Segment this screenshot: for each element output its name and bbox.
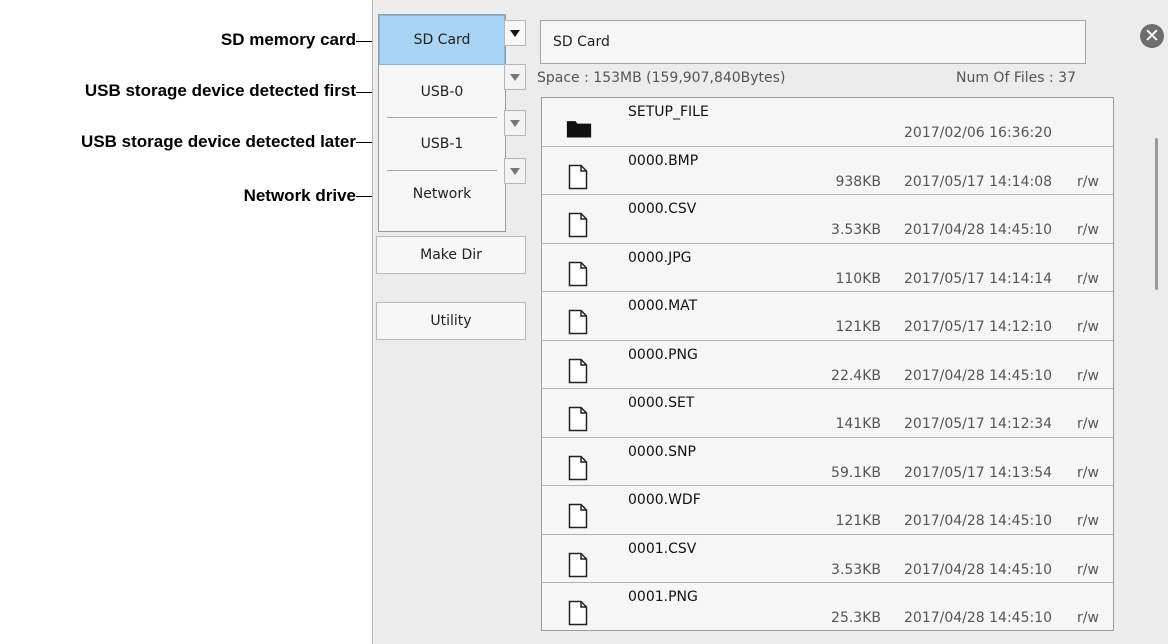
file-size: 3.53KB <box>831 561 881 578</box>
utility-button[interactable]: Utility <box>376 302 526 340</box>
file-size: 3.53KB <box>831 222 881 238</box>
file-name: 0000.SNP <box>628 443 696 460</box>
file-icon <box>568 503 588 529</box>
file-size: 59.1KB <box>831 464 881 481</box>
file-icon <box>568 406 588 432</box>
file-row[interactable]: 0001.PNG 25.3KB 2017/04/28 14:45:10 r/w <box>542 583 1113 630</box>
file-name: 0000.CSV <box>628 201 697 217</box>
file-icon <box>568 261 588 286</box>
close-glyph: ✕ <box>1144 24 1160 47</box>
chevron-down-icon <box>510 119 520 127</box>
file-name: 0000.SET <box>628 395 695 411</box>
file-row[interactable]: 0000.MAT 121KB 2017/05/17 14:12:10 r/w <box>542 292 1113 341</box>
file-attribute: r/w <box>1077 270 1099 287</box>
scrollbar-thumb[interactable] <box>1155 138 1158 290</box>
drive-sd-card[interactable]: SD Card <box>379 15 505 65</box>
file-attribute: r/w <box>1077 173 1099 190</box>
callout-network: Network drive <box>243 186 356 205</box>
file-icon <box>568 309 588 335</box>
file-name: SETUP_FILE <box>628 104 709 120</box>
file-date: 2017/04/28 14:45:10 <box>904 610 1053 626</box>
file-date: 2017/04/28 14:45:10 <box>904 367 1053 384</box>
file-name: 0000.PNG <box>628 346 698 363</box>
file-date: 2017/02/06 16:36:20 <box>904 125 1053 141</box>
file-name: 0000.MAT <box>628 298 698 314</box>
drive-label: USB-0 <box>420 84 464 100</box>
drive-dropdown-sd-card[interactable] <box>504 20 526 46</box>
file-row[interactable]: 0000.BMP 938KB 2017/05/17 14:14:08 r/w <box>542 147 1113 195</box>
file-date: 2017/04/28 14:45:10 <box>904 513 1053 529</box>
file-size: 110KB <box>835 270 881 287</box>
file-icon <box>568 164 588 189</box>
file-size: 121KB <box>835 513 881 529</box>
drive-dropdown-network[interactable] <box>504 158 526 184</box>
file-attribute: r/w <box>1077 222 1099 238</box>
file-row[interactable]: 0000.PNG 22.4KB 2017/04/28 14:45:10 r/w <box>542 341 1113 389</box>
file-size: 121KB <box>835 319 881 335</box>
file-size: 25.3KB <box>831 610 881 626</box>
file-row[interactable]: 0000.CSV 3.53KB 2017/04/28 14:45:10 r/w <box>542 195 1113 244</box>
file-attribute: r/w <box>1077 610 1099 626</box>
file-name: 0000.BMP <box>628 152 699 169</box>
file-row[interactable]: 0000.JPG 110KB 2017/05/17 14:14:14 r/w <box>542 244 1113 292</box>
file-attribute: r/w <box>1077 319 1099 335</box>
file-icon <box>568 600 588 626</box>
divider <box>387 117 497 118</box>
file-date: 2017/05/17 14:14:08 <box>904 173 1053 190</box>
folder-row[interactable]: SETUP_FILE 2017/02/06 16:36:20 <box>542 98 1113 147</box>
file-row[interactable]: 0000.SET 141KB 2017/05/17 14:12:34 r/w <box>542 389 1113 438</box>
drive-list: SD Card USB-0 USB-1 Network <box>378 14 506 232</box>
file-attribute: r/w <box>1077 416 1099 432</box>
file-date: 2017/04/28 14:45:10 <box>904 561 1053 578</box>
drive-label: USB-1 <box>420 136 464 152</box>
drive-usb-0[interactable]: USB-0 <box>379 67 505 117</box>
file-count: Num Of Files : 37 <box>956 70 1076 86</box>
file-name: 0000.JPG <box>628 249 692 266</box>
file-icon <box>568 212 588 238</box>
file-icon <box>568 358 588 383</box>
file-attribute: r/w <box>1077 367 1099 384</box>
folder-icon <box>566 121 592 138</box>
current-path: SD Card <box>540 20 1086 64</box>
drive-usb-1[interactable]: USB-1 <box>379 119 505 169</box>
file-name: 0000.WDF <box>628 492 701 508</box>
chevron-down-icon <box>510 29 520 37</box>
file-name: 0001.PNG <box>628 589 698 605</box>
file-date: 2017/04/28 14:45:10 <box>904 222 1053 238</box>
file-size: 938KB <box>835 173 881 190</box>
callout-usb-1: USB storage device detected later <box>81 132 356 151</box>
file-row[interactable]: 0001.CSV 3.53KB 2017/04/28 14:45:10 r/w <box>542 535 1113 583</box>
file-date: 2017/05/17 14:14:14 <box>904 270 1053 287</box>
drive-label: SD Card <box>413 32 471 48</box>
callout-sd-card: SD memory card <box>220 30 356 49</box>
close-icon[interactable]: ✕ <box>1140 24 1164 48</box>
file-attribute: r/w <box>1077 561 1099 578</box>
drive-label: Network <box>412 186 472 202</box>
file-date: 2017/05/17 14:13:54 <box>904 464 1053 481</box>
file-icon <box>568 552 588 577</box>
chevron-down-icon <box>510 167 520 175</box>
drive-network[interactable]: Network <box>379 169 505 219</box>
path-text: SD Card <box>553 34 610 50</box>
chevron-down-icon <box>510 73 520 81</box>
file-row[interactable]: 0000.SNP 59.1KB 2017/05/17 14:13:54 r/w <box>542 438 1113 486</box>
file-list[interactable]: SETUP_FILE 2017/02/06 16:36:20 0000.BMP 938… <box>541 97 1114 631</box>
callout-usb-0: USB storage device detected first <box>84 81 356 100</box>
file-attribute: r/w <box>1077 464 1099 481</box>
file-date: 2017/05/17 14:12:34 <box>904 416 1053 432</box>
file-size: 141KB <box>835 416 881 432</box>
file-icon <box>568 455 588 480</box>
file-date: 2017/05/17 14:12:10 <box>904 319 1053 335</box>
make-dir-button[interactable]: Make Dir <box>376 236 526 274</box>
drive-dropdown-usb-1[interactable] <box>504 110 526 136</box>
drive-dropdown-usb-0[interactable] <box>504 64 526 90</box>
file-row[interactable]: 0000.WDF 121KB 2017/04/28 14:45:10 r/w <box>542 486 1113 535</box>
space-info: Space : 153MB (159,907,840Bytes) <box>537 70 786 86</box>
file-name: 0001.CSV <box>628 540 697 557</box>
file-attribute: r/w <box>1077 513 1099 529</box>
file-size: 22.4KB <box>831 367 881 384</box>
